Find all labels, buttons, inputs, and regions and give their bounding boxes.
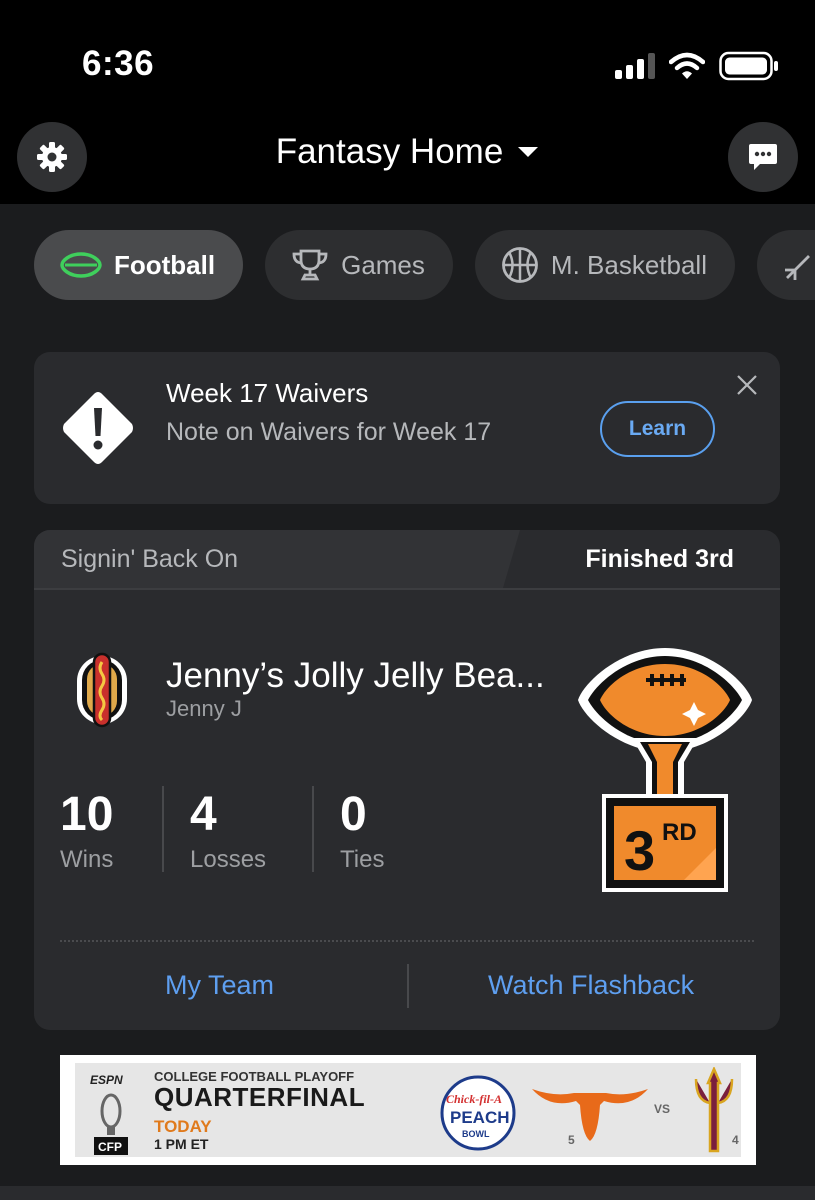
baseball-bat-icon: [784, 255, 810, 280]
stat-losses: 4 Losses: [190, 790, 266, 874]
pitchfork-logo-icon: [694, 1067, 734, 1153]
stat-wins: 10 Wins: [60, 790, 113, 874]
warning-diamond-icon: [63, 392, 133, 464]
ad-espn-logo: ESPN: [90, 1073, 123, 1087]
ad-line-3: TODAY: [154, 1117, 212, 1136]
third-place-trophy-icon: 3 RD: [578, 648, 752, 892]
action-divider: [407, 964, 409, 1008]
bowl-sponsor-text: Chick-fil-A: [446, 1092, 502, 1106]
ad-seed-1: 5: [568, 1133, 575, 1147]
team-summary-card: Signin' Back On Finished 3rd Jenny’s Jol…: [34, 530, 780, 1030]
wins-label: Wins: [60, 846, 114, 873]
tab-games-label: Games: [341, 249, 425, 280]
tab-football-label: Football: [114, 249, 216, 280]
alert-title: Week 17 Waivers: [166, 378, 369, 408]
tab-games[interactable]: Games: [265, 230, 453, 300]
battery-icon: [719, 51, 778, 81]
alert-subtitle: Note on Waivers for Week 17: [166, 418, 492, 446]
tab-football[interactable]: Football: [34, 230, 244, 300]
basketball-icon: [502, 247, 538, 283]
ad-line-2: QUARTERFINAL: [154, 1082, 366, 1112]
cfp-badge-text: CFP: [98, 1140, 122, 1154]
divider: [60, 940, 754, 942]
ad-line-4: 1 PM ET: [154, 1136, 209, 1152]
chevron-down-icon: [518, 147, 539, 157]
trophy-place-suffix: RD: [662, 819, 697, 846]
losses-value: 4: [190, 788, 217, 841]
ad-vs: VS: [654, 1102, 671, 1116]
stat-divider: [162, 786, 164, 872]
finish-status: Finished 3rd: [585, 544, 734, 573]
wins-value: 10: [60, 788, 114, 841]
status-time: 6:36: [82, 44, 155, 83]
tab-mens-basketball-label: M. Basketball: [550, 249, 707, 280]
learn-button[interactable]: Learn: [600, 401, 715, 457]
top-bar: 6:36 Fantasy Home: [0, 0, 815, 204]
bowl-name-text: PEACH: [450, 1108, 510, 1127]
ad-seed-2: 4: [732, 1133, 739, 1147]
bowl-word-text: BOWL: [462, 1129, 490, 1139]
status-icons: [615, 50, 779, 82]
team-owner: Jenny J: [166, 696, 242, 721]
tab-mens-basketball[interactable]: M. Basketball: [474, 230, 735, 300]
trophy-place-number: 3: [624, 819, 655, 882]
league-name[interactable]: Signin' Back On: [34, 530, 520, 588]
messages-button[interactable]: [728, 122, 798, 192]
cfp-trophy-logo-icon: CFP: [94, 1093, 128, 1155]
sport-tabs: Football Games M. Basketball: [34, 230, 815, 300]
ties-label: Ties: [340, 846, 385, 873]
next-card-peek: [0, 1186, 815, 1200]
league-header: Signin' Back On Finished 3rd: [34, 530, 780, 590]
fantasy-home-dropdown[interactable]: Fantasy Home: [0, 132, 815, 172]
watch-flashback-link[interactable]: Watch Flashback: [488, 970, 694, 1001]
hotdog-team-logo-icon: [77, 652, 127, 728]
wifi-icon: [669, 52, 705, 79]
team-name[interactable]: Jenny’s Jolly Jelly Bea...: [166, 656, 545, 696]
tab-more-sport[interactable]: [756, 230, 815, 300]
ties-value: 0: [340, 788, 367, 841]
peach-bowl-logo-icon: Chick-fil-A PEACH BOWL: [440, 1075, 516, 1151]
signal-icon: [615, 53, 655, 79]
my-team-link[interactable]: My Team: [165, 970, 274, 1001]
chat-bubble-icon: [749, 144, 777, 170]
stat-divider: [312, 786, 314, 872]
longhorn-logo-icon: [532, 1089, 648, 1141]
close-icon[interactable]: [736, 374, 758, 396]
losses-label: Losses: [190, 846, 267, 873]
stat-ties: 0 Ties: [340, 790, 384, 874]
ad-banner[interactable]: ESPN CFP COLLEGE FOOTBALL PLAYOFF QUARTE…: [60, 1055, 756, 1165]
page-title: Fantasy Home: [275, 132, 504, 171]
football-icon: [60, 252, 102, 278]
waivers-alert-card: Week 17 Waivers Note on Waivers for Week…: [34, 352, 780, 504]
trophy-icon: [292, 249, 328, 281]
